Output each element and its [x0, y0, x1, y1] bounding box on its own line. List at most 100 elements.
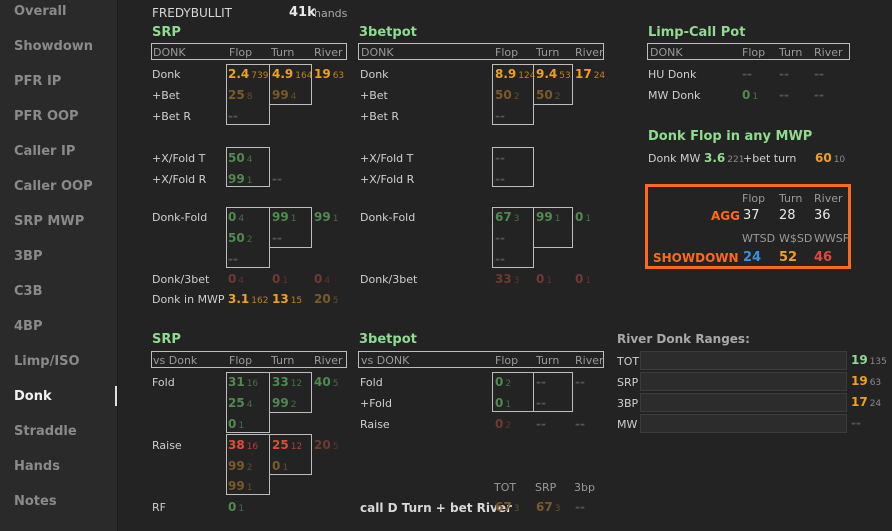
- sd-wsd-value: 52: [779, 250, 798, 265]
- tbp-d3b-flop: 33 3: [495, 272, 520, 286]
- vs-srp-col-flop: Flop: [229, 354, 253, 367]
- sd-col-wsd: W$SD: [779, 232, 813, 245]
- tbp-xfold-t: --: [495, 151, 505, 165]
- nav-srp-mwp[interactable]: SRP MWP: [14, 214, 84, 229]
- hands-label: hands: [314, 7, 348, 20]
- limp-hu-river: --: [814, 67, 824, 81]
- tbp-col-turn: Turn: [536, 46, 560, 59]
- nav-caller-oop[interactable]: Caller OOP: [14, 179, 93, 194]
- tbp-header-box: [358, 43, 604, 60]
- limp-hu-flop: --: [742, 67, 752, 81]
- srp-xfold-r: 99 1: [228, 172, 253, 186]
- agg-col-flop: Flop: [742, 192, 766, 205]
- tbp-d3b-turn: 01: [536, 272, 553, 286]
- srp-d3b-river: 04: [314, 272, 331, 286]
- vs-srp-raise-turn: 25 12: [272, 438, 303, 452]
- vs-srp-fold-flop-3: 01: [228, 417, 245, 431]
- tbp-title: 3betpot: [359, 25, 417, 40]
- nav-limp-iso[interactable]: Limp/ISO: [14, 354, 80, 369]
- srp-row-xfold-r: +X/Fold R: [152, 173, 207, 186]
- limp-header: DONK: [650, 46, 683, 59]
- vs-srp-raise-flop-2: 99 2: [228, 459, 253, 473]
- limp-title: Limp-Call Pot: [648, 25, 746, 40]
- call-col-3bp: 3bp: [574, 481, 595, 494]
- nav-notes[interactable]: Notes: [14, 494, 57, 509]
- tbp-xfold-r: --: [495, 172, 505, 186]
- mwp-value-1: 3.6 221: [704, 151, 745, 165]
- tbp-df-turn: 99 1: [536, 210, 561, 224]
- tbp-col-flop: Flop: [495, 46, 519, 59]
- tbp-donk-flop: 8.9 124: [495, 67, 536, 81]
- nav-showdown[interactable]: Showdown: [14, 39, 93, 54]
- vs-srp-raise-flop: 38 16: [228, 438, 259, 452]
- agg-turn-value: 28: [779, 208, 796, 223]
- nav-hands[interactable]: Hands: [14, 459, 60, 474]
- nav-straddle[interactable]: Straddle: [14, 424, 77, 439]
- vs-tbp-row-fold: Fold: [360, 376, 383, 389]
- agg-col-river: River: [814, 192, 843, 205]
- srp-mwp-river: 20 5: [314, 292, 339, 306]
- limp-hu-turn: --: [779, 67, 789, 81]
- range-bar-mw: [640, 414, 847, 433]
- nav-donk[interactable]: Donk: [14, 389, 52, 404]
- vs-srp-raise-river: 20 5: [314, 438, 339, 452]
- nav-c3b[interactable]: C3B: [14, 284, 43, 299]
- nav-pfr-ip[interactable]: PFR IP: [14, 74, 61, 89]
- vs-tbp-col-flop: Flop: [495, 354, 519, 367]
- srp-row-bet: +Bet: [152, 89, 180, 102]
- sd-col-wwsf: WWSF: [814, 232, 850, 245]
- vs-srp-raise-flop-3: 99 1: [228, 479, 253, 493]
- vs-tbp-col-river: River: [575, 354, 604, 367]
- tbp-row-donk-3bet: Donk/3bet: [360, 273, 418, 286]
- nav-overall[interactable]: Overall: [14, 4, 66, 19]
- ranges-title: River Donk Ranges:: [617, 332, 750, 346]
- srp-col-river: River: [314, 46, 343, 59]
- srp-donk-flop: 2.4 739: [228, 67, 269, 81]
- tbp-d3b-river: 01: [575, 272, 592, 286]
- srp-xfold-t: 50 4: [228, 151, 253, 165]
- srp-row-donk-3bet: Donk/3bet: [152, 273, 210, 286]
- tbp-col-river: River: [575, 46, 604, 59]
- srp-betr-flop: --: [228, 109, 238, 123]
- limp-col-river: River: [814, 46, 843, 59]
- mwp-value-2: 60 10: [815, 151, 846, 165]
- nav-4bp[interactable]: 4BP: [14, 319, 42, 334]
- sd-wwsf-value: 46: [814, 250, 833, 265]
- range-bar-srp: [640, 372, 847, 391]
- srp-mwp-flop: 3.1 162: [228, 292, 269, 306]
- vs-tbp-fold-turn: --: [536, 375, 546, 389]
- nav-3bp[interactable]: 3BP: [14, 249, 42, 264]
- limp-mw-river: --: [814, 88, 824, 102]
- srp-d3b-flop: 04: [228, 272, 245, 286]
- srp-row-xfold-t: +X/Fold T: [152, 152, 206, 165]
- limp-col-flop: Flop: [742, 46, 766, 59]
- active-nav-marker: [115, 386, 117, 406]
- sd-wtsd-value: 24: [743, 250, 762, 265]
- agg-col-turn: Turn: [779, 192, 803, 205]
- range-label-tot: TOT: [617, 355, 640, 368]
- sidebar: Overall Showdown PFR IP PFR OOP Caller I…: [0, 0, 118, 531]
- vs-tbp-plusfold-flop: 01: [495, 396, 512, 410]
- limp-mw-turn: --: [779, 88, 789, 102]
- call-d-turn-label: call D Turn + bet River: [360, 501, 512, 515]
- vs-srp-col-turn: Turn: [271, 354, 295, 367]
- vs-tbp-title: 3betpot: [359, 332, 417, 347]
- tbp-row-donk-fold: Donk-Fold: [360, 211, 416, 224]
- call-col-srp: SRP: [535, 481, 557, 494]
- vs-tbp-row-plus-fold: +Fold: [360, 397, 392, 410]
- limp-row-hu: HU Donk: [648, 68, 697, 81]
- range-label-3bp: 3BP: [617, 397, 639, 410]
- vs-srp-fold-flop-2: 25 4: [228, 396, 253, 410]
- mwp-label-2: +bet turn: [743, 152, 797, 165]
- nav-pfr-oop[interactable]: PFR OOP: [14, 109, 79, 124]
- srp-row-donk-fold: Donk-Fold: [152, 211, 208, 224]
- vs-srp-rf-flop: 01: [228, 500, 245, 514]
- range-value-srp: 19 63: [851, 374, 882, 388]
- srp-df-river: 99 1: [314, 210, 339, 224]
- srp-row-betr: +Bet R: [152, 110, 191, 123]
- nav-caller-ip[interactable]: Caller IP: [14, 144, 75, 159]
- tbp-header: DONK: [361, 46, 394, 59]
- vs-tbp-fold-river: --: [575, 375, 585, 389]
- limp-mw-flop: 01: [742, 88, 759, 102]
- vs-tbp-col-turn: Turn: [536, 354, 560, 367]
